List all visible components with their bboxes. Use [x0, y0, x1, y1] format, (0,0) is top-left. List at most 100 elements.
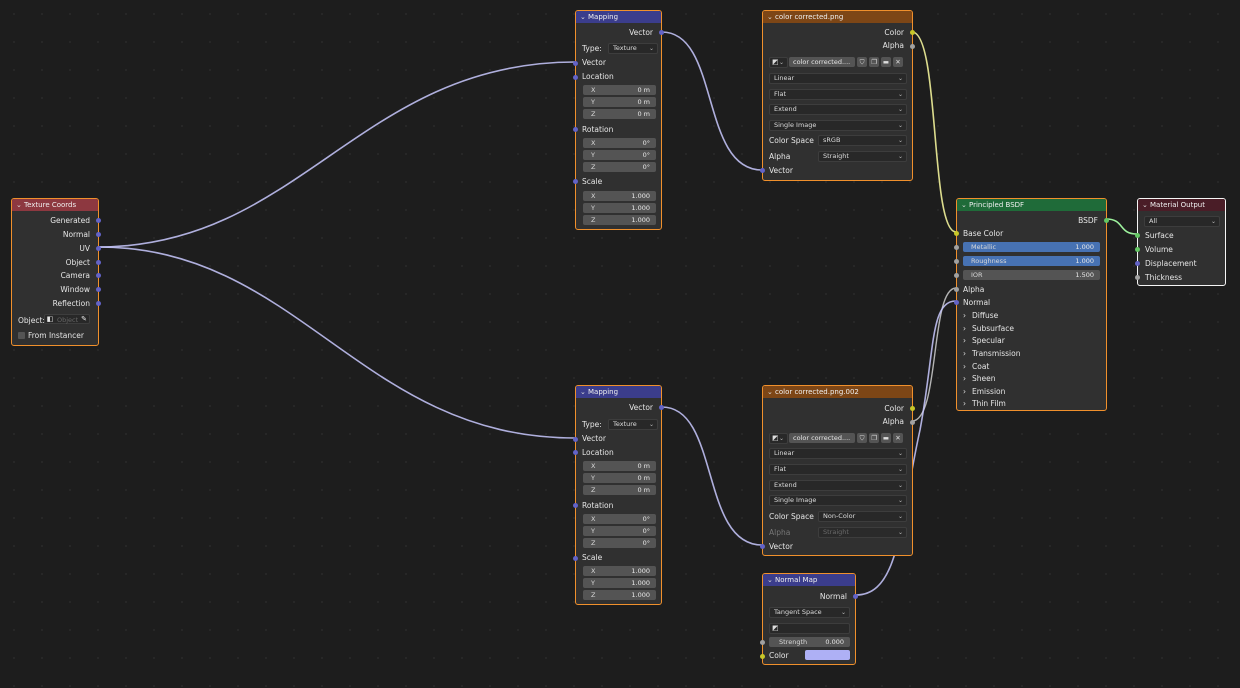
socket-input-vector[interactable] [573, 61, 578, 66]
target-dropdown[interactable]: All ⌄ [1144, 216, 1220, 227]
node-header[interactable]: ⌄ Mapping [576, 11, 661, 23]
rotation-z-field[interactable]: Z 0° [583, 538, 656, 548]
socket-output-normal[interactable] [853, 594, 858, 599]
socket-location[interactable] [573, 450, 578, 455]
location-x-field[interactable]: X 0 m [583, 85, 656, 95]
projection-dropdown[interactable]: Flat ⌄ [769, 464, 907, 475]
duplicate-icon[interactable]: ❐ [869, 433, 879, 443]
socket-location[interactable] [573, 75, 578, 80]
socket-output-alpha[interactable] [910, 420, 915, 425]
image-texture-node-2[interactable]: ⌄ color corrected.png.002 Color Alpha ◩ ⌄ … [760, 385, 915, 556]
rotation-y-field[interactable]: Y 0° [583, 526, 656, 536]
material-output-node[interactable]: ⌄ Material Output All ⌄ Surface Volume Dis… [1135, 198, 1226, 286]
socket-surface[interactable] [1135, 233, 1140, 238]
texture-coordinate-node[interactable]: ⌄ Texture Coords Generated Normal UV Obje… [11, 198, 101, 346]
socket-normal[interactable] [96, 232, 101, 237]
interpolation-dropdown[interactable]: Linear ⌄ [769, 73, 907, 84]
socket-window[interactable] [96, 287, 101, 292]
location-z-field[interactable]: Z 0 m [583, 485, 656, 495]
socket-output-vector[interactable] [659, 405, 664, 410]
chevron-down-icon[interactable]: ⌄ [1142, 199, 1150, 211]
socket-thickness[interactable] [1135, 275, 1140, 280]
node-header[interactable]: ⌄ color corrected.png.002 [763, 386, 912, 398]
image-browse-button[interactable]: ◩ ⌄ [769, 433, 788, 444]
scale-z-field[interactable]: Z 1.000 [583, 590, 656, 600]
projection-dropdown[interactable]: Flat ⌄ [769, 89, 907, 100]
socket-reflection[interactable] [96, 301, 101, 306]
location-y-field[interactable]: Y 0 m [583, 473, 656, 483]
socket-color[interactable] [760, 654, 765, 659]
image-browse-button[interactable]: ◩ ⌄ [769, 57, 788, 68]
panel-specular[interactable]: › Specular [963, 336, 1005, 345]
principled-bsdf-node[interactable]: ⌄ Principled BSDF BSDF Base Color Metalli… [954, 198, 1109, 411]
open-folder-icon[interactable]: ▬ [881, 433, 891, 443]
socket-roughness[interactable] [954, 259, 959, 264]
extension-dropdown[interactable]: Extend ⌄ [769, 480, 907, 491]
color-space-dropdown[interactable]: Non-Color ⌄ [818, 511, 907, 522]
socket-displacement[interactable] [1135, 261, 1140, 266]
chevron-down-icon[interactable]: ⌄ [767, 574, 775, 586]
ior-field[interactable]: IOR 1.500 [963, 270, 1100, 280]
socket-output-color[interactable] [910, 30, 915, 35]
chevron-down-icon[interactable]: ⌄ [767, 386, 775, 398]
socket-input-vector[interactable] [760, 544, 765, 549]
space-dropdown[interactable]: Tangent Space ⌄ [769, 607, 850, 618]
roughness-field[interactable]: Roughness 1.000 [963, 256, 1100, 266]
socket-ior[interactable] [954, 273, 959, 278]
panel-thin-film[interactable]: › Thin Film [963, 399, 1006, 408]
socket-output-vector[interactable] [659, 30, 664, 35]
location-y-field[interactable]: Y 0 m [583, 97, 656, 107]
image-name-field[interactable]: color corrected.... [789, 433, 855, 443]
socket-input-vector[interactable] [573, 437, 578, 442]
socket-scale[interactable] [573, 179, 578, 184]
color-swatch[interactable] [805, 650, 850, 660]
panel-emission[interactable]: › Emission [963, 387, 1005, 396]
color-space-dropdown[interactable]: sRGB ⌄ [818, 135, 907, 146]
socket-volume[interactable] [1135, 247, 1140, 252]
socket-scale[interactable] [573, 556, 578, 561]
socket-camera[interactable] [96, 273, 101, 278]
fake-user-shield-icon[interactable]: ⛉ [857, 57, 867, 67]
normal-map-node[interactable]: ⌄ Normal Map Normal Tangent Space ⌄ ◩ Stre… [760, 573, 858, 665]
duplicate-icon[interactable]: ❐ [869, 57, 879, 67]
strength-field[interactable]: Strength 0.000 [769, 637, 850, 647]
chevron-down-icon[interactable]: ⌄ [767, 11, 775, 23]
socket-generated[interactable] [96, 218, 101, 223]
scale-z-field[interactable]: Z 1.000 [583, 215, 656, 225]
node-header[interactable]: ⌄ color corrected.png [763, 11, 912, 23]
image-texture-node-1[interactable]: ⌄ color corrected.png Color Alpha ◩ ⌄ colo… [760, 10, 915, 181]
fake-user-shield-icon[interactable]: ⛉ [857, 433, 867, 443]
object-field[interactable]: ◧ Object ✎ [44, 314, 90, 324]
socket-strength[interactable] [760, 640, 765, 645]
socket-output-alpha[interactable] [910, 44, 915, 49]
socket-output-color[interactable] [910, 406, 915, 411]
location-x-field[interactable]: X 0 m [583, 461, 656, 471]
close-icon[interactable]: ✕ [893, 433, 903, 443]
socket-base-color[interactable] [954, 231, 959, 236]
eyedropper-icon[interactable]: ✎ [81, 315, 87, 324]
scale-x-field[interactable]: X 1.000 [583, 566, 656, 576]
source-dropdown[interactable]: Single Image ⌄ [769, 495, 907, 506]
socket-alpha[interactable] [954, 287, 959, 292]
source-dropdown[interactable]: Single Image ⌄ [769, 120, 907, 131]
metallic-field[interactable]: Metallic 1.000 [963, 242, 1100, 252]
location-z-field[interactable]: Z 0 m [583, 109, 656, 119]
panel-sheen[interactable]: › Sheen [963, 374, 996, 383]
mapping-node-1[interactable]: ⌄ Mapping Vector Type: Texture ⌄ Vector Lo… [573, 10, 664, 230]
rotation-y-field[interactable]: Y 0° [583, 150, 656, 160]
socket-rotation[interactable] [573, 127, 578, 132]
node-header[interactable]: ⌄ Principled BSDF [957, 199, 1106, 211]
node-header[interactable]: ⌄ Material Output [1138, 199, 1225, 211]
panel-transmission[interactable]: › Transmission [963, 349, 1020, 358]
panel-subsurface[interactable]: › Subsurface [963, 324, 1014, 333]
socket-metallic[interactable] [954, 245, 959, 250]
socket-rotation[interactable] [573, 503, 578, 508]
from-instancer-checkbox[interactable] [18, 332, 25, 339]
chevron-down-icon[interactable]: ⌄ [16, 199, 24, 211]
socket-normal[interactable] [954, 300, 959, 305]
rotation-x-field[interactable]: X 0° [583, 138, 656, 148]
rotation-x-field[interactable]: X 0° [583, 514, 656, 524]
type-dropdown[interactable]: Texture ⌄ [608, 419, 658, 430]
socket-input-vector[interactable] [760, 168, 765, 173]
scale-x-field[interactable]: X 1.000 [583, 191, 656, 201]
